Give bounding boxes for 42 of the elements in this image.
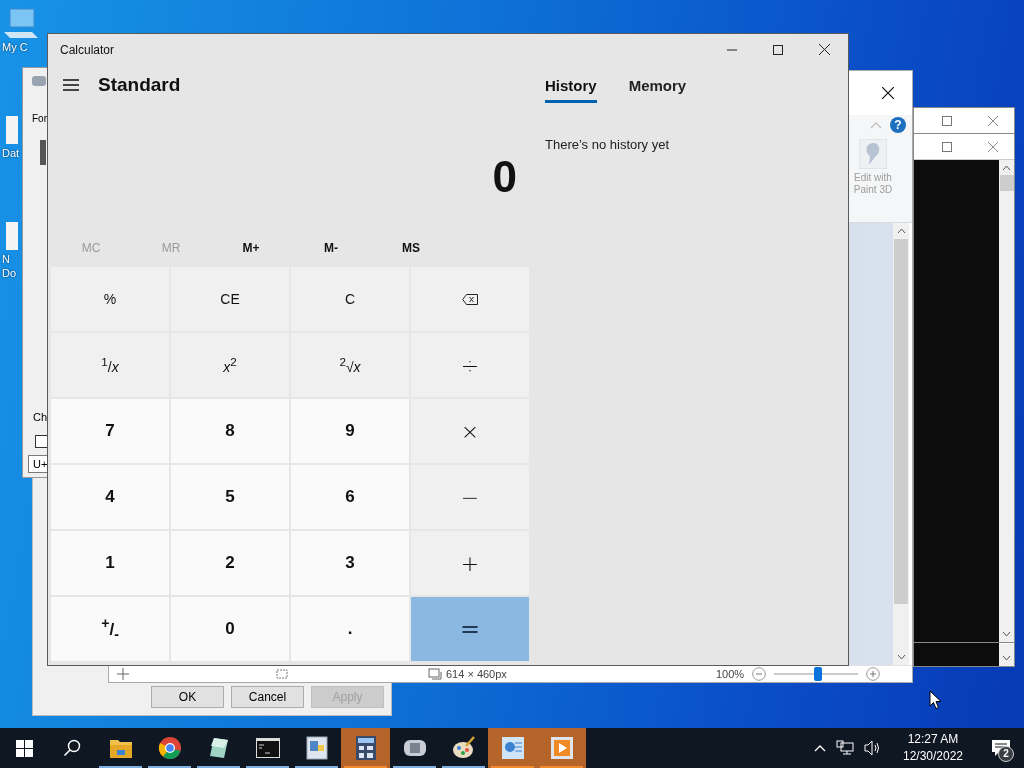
- calculator-key[interactable]: +: [411, 531, 529, 595]
- calculator-key[interactable]: $^{2}$√x: [291, 333, 409, 397]
- clock-date[interactable]: 12/30/2022: [902, 748, 964, 765]
- image-size: 614 × 460px: [446, 668, 508, 680]
- calculator-key[interactable]: 9: [291, 399, 409, 463]
- field-label: Ch: [33, 411, 48, 423]
- calculator-key[interactable]: CE: [171, 267, 289, 331]
- mode-title: Standard: [98, 74, 181, 96]
- calculator-key[interactable]: 4: [51, 465, 169, 529]
- memory-button[interactable]: M+: [211, 229, 291, 267]
- notification-count: 2: [998, 746, 1014, 762]
- calculator-key[interactable]: %: [51, 267, 169, 331]
- field-label: For: [32, 113, 47, 124]
- calculator-key[interactable]: 1: [51, 531, 169, 595]
- calculator-key[interactable]: x$^{2}$: [171, 333, 289, 397]
- panel-tab[interactable]: History: [545, 77, 597, 103]
- calculator-key[interactable]: $^{1}$/x: [51, 333, 169, 397]
- calculator-key[interactable]: ÷: [411, 333, 529, 397]
- calculator-key[interactable]: 8: [171, 399, 289, 463]
- calculator-key[interactable]: C: [291, 267, 409, 331]
- zoom-level: 100%: [716, 668, 745, 680]
- dialog-button[interactable]: Cancel: [231, 686, 304, 708]
- calculator-key[interactable]: $^{+}$/$_{-}$: [51, 597, 169, 661]
- calculator-key[interactable]: =: [411, 597, 529, 661]
- dialog-button[interactable]: OK: [151, 686, 224, 708]
- calculator-key[interactable]: .: [291, 597, 409, 661]
- panel-tab[interactable]: Memory: [628, 77, 687, 103]
- clock-time[interactable]: 12:27 AM: [907, 731, 959, 748]
- display-value: 0: [492, 152, 517, 202]
- calculator-key[interactable]: 6: [291, 465, 409, 529]
- memory-button[interactable]: M-: [291, 229, 371, 267]
- empty-history-message: There’s no history yet: [545, 137, 671, 152]
- calculator-key[interactable]: −: [411, 465, 529, 529]
- calculator-key[interactable]: 2: [171, 531, 289, 595]
- help-button[interactable]: ?: [890, 117, 906, 133]
- calculator-key[interactable]: 7: [51, 399, 169, 463]
- calculator-key[interactable]: 5: [171, 465, 289, 529]
- calculator-key[interactable]: ×: [411, 399, 529, 463]
- calculator-key[interactable]: 3: [291, 531, 409, 595]
- calculator-key[interactable]: 0: [171, 597, 289, 661]
- window-title: Calculator: [60, 42, 115, 57]
- memory-button[interactable]: MS: [371, 229, 451, 267]
